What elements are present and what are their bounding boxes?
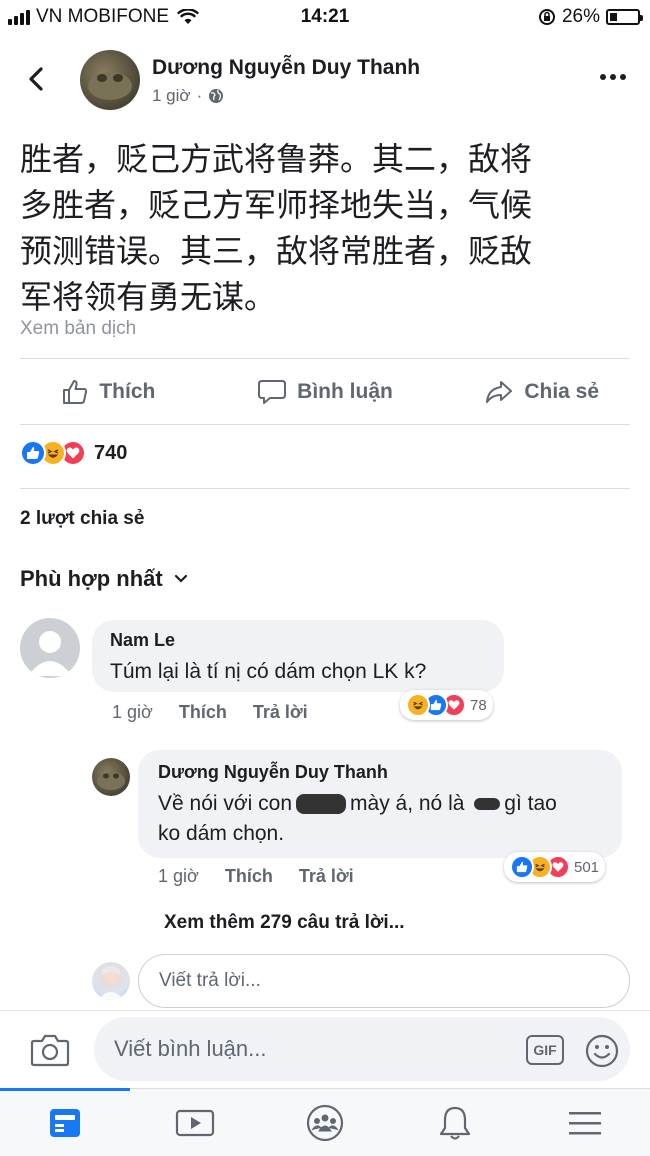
tab-menu[interactable] — [520, 1089, 650, 1156]
reply-placeholder: Viết trả lời... — [159, 970, 261, 991]
post-line: 军将领有勇无谋。 — [20, 278, 277, 316]
post-time[interactable]: 1 giờ — [152, 86, 191, 106]
comment-placeholder: Viết bình luận... — [114, 1036, 267, 1061]
reply-text-part: ko dám chọn. — [158, 822, 285, 845]
battery-icon — [606, 9, 643, 25]
reply-reactions[interactable]: 501 — [504, 852, 606, 882]
reply-reaction-count: 501 — [574, 858, 600, 876]
share-label: Chia sẻ — [524, 380, 600, 403]
reply-meta: 1 giờ Thích Trả lời — [158, 866, 354, 887]
reaction-summary[interactable]: 740 — [20, 440, 127, 466]
comment-text: Túm lại là tí nị có dám chọn LK k? — [110, 660, 427, 683]
chevron-down-icon — [174, 574, 187, 583]
author-avatar[interactable] — [80, 50, 140, 110]
comment-meta: 1 giờ Thích Trả lời — [112, 702, 308, 723]
meta-separator: · — [196, 86, 203, 105]
post-line: 预测错误。其三，敌将常胜者，贬敌 — [20, 232, 533, 270]
comment-like-link[interactable]: Thích — [179, 702, 227, 723]
post-actions: Thích Bình luận Chia sẻ — [0, 362, 650, 422]
reply-bubble[interactable]: Dương Nguyễn Duy Thanh Về nói với con mày… — [138, 750, 622, 858]
divider — [20, 488, 630, 489]
comment-icon — [258, 380, 287, 404]
reply-reply-link[interactable]: Trả lời — [299, 866, 354, 887]
post-line: 多胜者，贬己方军师择地失当，气候 — [20, 186, 533, 224]
censor-blot — [474, 798, 501, 811]
reply-text-part: Về nói với con — [158, 792, 293, 815]
commenter-avatar[interactable] — [20, 618, 80, 678]
reply-text: Về nói với con mày á, nó là gì tao ko dám… — [158, 789, 602, 849]
reply-input[interactable]: Viết trả lời... — [138, 954, 630, 1008]
comment-reply-link[interactable]: Trả lời — [253, 702, 308, 723]
share-count[interactable]: 2 lượt chia sẻ — [20, 508, 144, 530]
back-button[interactable] — [22, 64, 52, 94]
bottom-tab-bar — [0, 1088, 650, 1156]
like-label: Thích — [99, 380, 156, 403]
commenter-name[interactable]: Nam Le — [110, 630, 486, 651]
view-more-replies-link[interactable]: Xem thêm 279 câu trả lời... — [164, 912, 405, 934]
see-translation-link[interactable]: Xem bản dịch — [20, 318, 136, 340]
camera-icon[interactable] — [30, 1033, 70, 1067]
censor-blot — [296, 794, 347, 815]
haha-reaction-icon — [406, 693, 430, 717]
reply-time: 1 giờ — [158, 866, 199, 886]
groups-icon — [306, 1104, 344, 1141]
comment-composer: Viết bình luận... GIF — [0, 1010, 650, 1088]
reaction-count: 740 — [94, 441, 128, 464]
comment-bubble[interactable]: Nam Le Túm lại là tí nị có dám chọn LK k… — [92, 620, 504, 692]
globe-icon — [209, 89, 224, 103]
like-reaction-icon — [20, 440, 46, 466]
like-button[interactable]: Thích — [0, 362, 217, 422]
tab-notifications[interactable] — [390, 1089, 520, 1156]
battery-percent: 26% — [561, 6, 600, 27]
status-right: 26% — [538, 6, 643, 28]
share-icon — [486, 381, 513, 403]
divider — [20, 358, 630, 359]
comment-reaction-count: 78 — [470, 696, 487, 714]
status-bar: VN MOBIFONE 14:21 26% — [0, 0, 650, 34]
video-icon — [175, 1109, 215, 1136]
more-options-button[interactable] — [600, 74, 626, 80]
comment-button[interactable]: Bình luận — [217, 362, 434, 422]
tab-groups[interactable] — [260, 1089, 390, 1156]
hamburger-menu-icon — [569, 1111, 601, 1134]
thumbs-up-icon — [63, 380, 88, 404]
like-reaction-icon — [510, 855, 534, 879]
replier-avatar[interactable] — [92, 758, 130, 796]
comment-sort-dropdown[interactable]: Phù hợp nhất — [20, 566, 189, 592]
comment-label: Bình luận — [297, 380, 393, 403]
replier-name[interactable]: Dương Nguyễn Duy Thanh — [158, 762, 602, 783]
reply-like-link[interactable]: Thích — [225, 866, 273, 887]
post-line: 胜者，贬己方武将鲁莽。其二，敌将 — [20, 140, 533, 178]
reply-text-part: gì tao — [504, 792, 557, 815]
reply-text-part: mày á, nó là — [350, 792, 465, 815]
tab-watch[interactable] — [130, 1089, 260, 1156]
post-body: 疑敌招已，其法有三。其一，敌将伤 胜者，贬己方武将鲁莽。其二，敌将 多胜者，贬己… — [20, 98, 640, 320]
emoji-icon[interactable] — [584, 1033, 620, 1069]
bell-icon — [439, 1106, 471, 1140]
share-button[interactable]: Chia sẻ — [433, 362, 650, 422]
author-name[interactable]: Dương Nguyễn Duy Thanh — [152, 56, 420, 80]
comment-time: 1 giờ — [112, 702, 153, 722]
post-meta: 1 giờ · — [152, 86, 224, 106]
tab-news-feed[interactable] — [0, 1088, 130, 1156]
sort-label: Phù hợp nhất — [20, 566, 163, 591]
rotation-lock-icon — [538, 9, 555, 25]
post-header: Dương Nguyễn Duy Thanh 1 giờ · — [0, 34, 650, 130]
divider — [20, 424, 630, 425]
news-feed-icon — [50, 1108, 80, 1137]
own-avatar — [92, 962, 130, 1000]
comment-reactions[interactable]: 78 — [400, 690, 493, 720]
gif-button[interactable]: GIF — [526, 1035, 564, 1065]
